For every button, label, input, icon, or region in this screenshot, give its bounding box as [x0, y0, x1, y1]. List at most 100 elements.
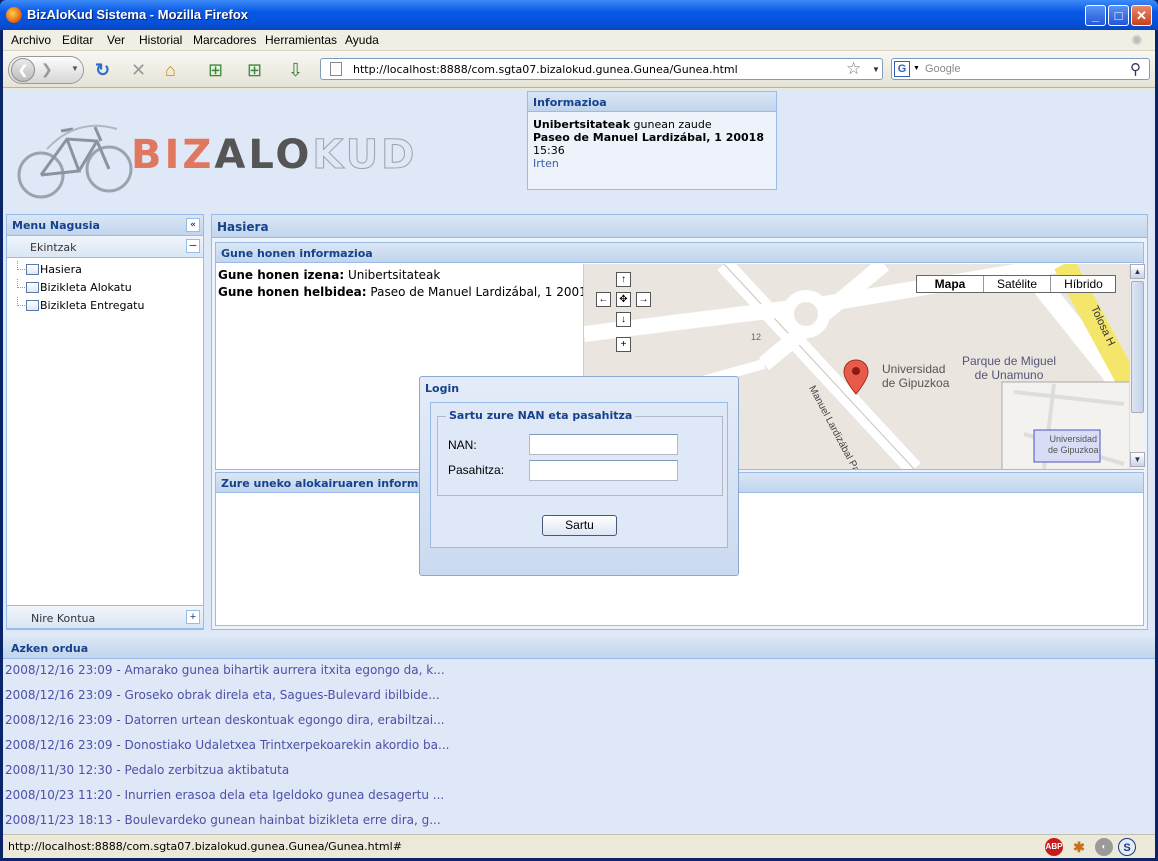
collapse-section-button[interactable]: − — [186, 239, 200, 253]
reload-icon[interactable]: ↻ — [95, 60, 110, 80]
news-item[interactable]: 2008/11/30 12:30 - Pedalo zerbitzua akti… — [5, 759, 1155, 784]
map-type-hibrido[interactable]: Híbrido — [1050, 276, 1116, 292]
password-input[interactable] — [529, 460, 678, 481]
title-bar: BizAloKud Sistema - Mozilla Firefox _ □ … — [0, 0, 1158, 30]
throbber-icon: ✺ — [1131, 32, 1143, 48]
url-dropdown-icon[interactable]: ▼ — [872, 65, 880, 74]
place-suffix: gunean zaude — [630, 118, 712, 131]
pan-left-icon[interactable]: ← — [596, 292, 611, 307]
place-info-header: Gune honen informazioa — [216, 243, 1143, 263]
page-icon — [26, 264, 39, 275]
accordion-ekintzak[interactable]: Ekintzak − — [7, 236, 203, 258]
address-bar[interactable]: http://localhost:8888/com.sgta07.bizalok… — [320, 58, 883, 80]
home-icon[interactable]: ⌂ — [165, 60, 176, 80]
center-panel-header: Hasiera — [212, 215, 1147, 238]
menu-ayuda[interactable]: Ayuda — [345, 33, 379, 47]
accordion-nire-kontua[interactable]: Nire Kontua + — [6, 605, 204, 629]
stop-icon[interactable]: ✕ — [131, 60, 146, 80]
map-type-mapa[interactable]: Mapa — [917, 276, 983, 292]
zoom-in-icon[interactable]: + — [616, 337, 631, 352]
tree-item-alokatu[interactable]: Bizikleta Alokatu — [13, 279, 203, 297]
navigation-toolbar: ❮ ❯ ▼ ↻ ✕ ⌂ ⊞ ⊞ ⇩ http://localhost:8888/… — [3, 51, 1155, 88]
actions-tree: Hasiera Bizikleta Alokatu Bizikleta Entr… — [7, 258, 203, 315]
news-item[interactable]: 2008/12/16 23:09 - Amarako gunea biharti… — [5, 659, 1155, 684]
pan-down-icon[interactable]: ↓ — [616, 312, 631, 327]
menu-archivo[interactable]: Archivo — [11, 33, 51, 47]
maximize-button[interactable]: □ — [1108, 5, 1129, 26]
new-window-icon[interactable]: ⊞ — [208, 60, 223, 80]
close-button[interactable]: ✕ — [1131, 5, 1152, 26]
news-panel: Azken ordua 2008/12/16 23:09 - Amarako g… — [3, 637, 1155, 833]
address-value: Paseo de Manuel Lardizábal, 1 20018 — [366, 285, 595, 299]
google-icon[interactable]: G — [894, 61, 910, 77]
news-item[interactable]: 2008/12/16 23:09 - Donostiako Udaletxea … — [5, 734, 1155, 759]
news-list: 2008/12/16 23:09 - Amarako gunea biharti… — [3, 659, 1155, 834]
expand-section-button[interactable]: + — [186, 610, 200, 624]
logout-link[interactable]: Irten — [533, 157, 771, 170]
search-input[interactable]: Google — [925, 63, 960, 75]
addon-icon[interactable]: ◐ — [1095, 838, 1113, 856]
page-content: BIZALOKUD Informazioa Unibertsitateak gu… — [3, 89, 1155, 834]
pan-right-icon[interactable]: → — [636, 292, 651, 307]
name-label: Gune honen izena: — [218, 268, 345, 282]
bicycle-logo-icon — [17, 124, 133, 199]
info-panel: Informazioa Unibertsitateak gunean zaude… — [527, 91, 777, 190]
page-icon — [330, 62, 342, 76]
news-header: Azken ordua — [3, 637, 1155, 659]
minimap-label: Universidad de Gipuzkoa — [1048, 434, 1099, 455]
news-item[interactable]: 2008/11/23 18:13 - Boulevardeko gunean h… — [5, 809, 1155, 834]
login-legend: Sartu zure NAN eta pasahitza — [446, 409, 636, 422]
nan-input[interactable] — [529, 434, 678, 455]
forward-button[interactable]: ❯ — [41, 61, 53, 78]
menu-historial[interactable]: Historial — [139, 33, 182, 47]
address-label: Gune honen helbidea: — [218, 285, 367, 299]
engine-dropdown-icon[interactable]: ▼ — [913, 65, 920, 72]
map-scrollbar[interactable]: ▲ ▼ — [1129, 264, 1145, 469]
map-type-satelite[interactable]: Satélite — [983, 276, 1050, 292]
menu-herramientas[interactable]: Herramientas — [265, 33, 337, 47]
search-box[interactable]: G ▼ Google ⚲ — [891, 58, 1150, 80]
bug-icon[interactable]: ✱ — [1070, 838, 1088, 856]
current-time: 15:36 — [533, 144, 565, 157]
tree-item-entregatu[interactable]: Bizikleta Entregatu — [13, 297, 203, 315]
skype-icon[interactable]: S — [1118, 838, 1136, 856]
logo-text: BIZALOKUD — [131, 132, 418, 179]
menu-editar[interactable]: Editar — [62, 33, 93, 47]
scroll-up-icon[interactable]: ▲ — [1130, 264, 1145, 279]
menu-marcadores[interactable]: Marcadores — [193, 33, 256, 47]
map-label-university: Universidad de Gipuzkoa — [882, 362, 950, 390]
scroll-thumb[interactable] — [1131, 281, 1144, 413]
minimize-button[interactable]: _ — [1085, 5, 1106, 26]
scroll-down-icon[interactable]: ▼ — [1130, 452, 1145, 467]
browser-frame: Archivo Editar Ver Historial Marcadores … — [3, 30, 1155, 858]
pan-center-icon[interactable]: ✥ — [616, 292, 631, 307]
menu-bar: Archivo Editar Ver Historial Marcadores … — [3, 30, 1155, 51]
back-button[interactable]: ❮ — [11, 58, 35, 82]
map-type-control: Mapa Satélite Híbrido — [916, 275, 1116, 293]
page-icon — [26, 300, 39, 311]
status-text: http://localhost:8888/com.sgta07.bizalok… — [8, 840, 402, 853]
west-panel: Menu Nagusia « Ekintzak − Hasiera Biziklet… — [6, 214, 204, 630]
download-icon[interactable]: ⇩ — [288, 60, 303, 80]
history-dropdown-icon[interactable]: ▼ — [71, 64, 79, 73]
page-icon — [26, 282, 39, 293]
new-tab-icon[interactable]: ⊞ — [247, 60, 262, 80]
url-text[interactable]: http://localhost:8888/com.sgta07.bizalok… — [353, 63, 738, 76]
logo: BIZALOKUD — [13, 99, 518, 207]
bookmark-star-icon[interactable]: ☆ — [846, 59, 861, 79]
password-label: Pasahitza: — [448, 463, 505, 477]
adblock-icon[interactable]: ABP — [1045, 838, 1063, 856]
collapse-west-button[interactable]: « — [186, 218, 200, 232]
news-item[interactable]: 2008/12/16 23:09 - Groseko obrak direla … — [5, 684, 1155, 709]
news-item[interactable]: 2008/10/23 11:20 - Inurrien erasoa dela … — [5, 784, 1155, 809]
login-fieldset: Sartu zure NAN eta pasahitza NAN: Pasahi… — [437, 409, 723, 496]
login-button[interactable]: Sartu — [542, 515, 617, 536]
news-item[interactable]: 2008/12/16 23:09 - Datorren urtean desko… — [5, 709, 1155, 734]
login-dialog: Login Sartu zure NAN eta pasahitza NAN: … — [419, 376, 739, 576]
search-icon[interactable]: ⚲ — [1130, 60, 1141, 78]
pan-up-icon[interactable]: ↑ — [616, 272, 631, 287]
firefox-icon — [6, 7, 22, 23]
tree-item-hasiera[interactable]: Hasiera — [13, 261, 203, 279]
current-place: Unibertsitateak — [533, 118, 631, 131]
menu-ver[interactable]: Ver — [107, 33, 125, 47]
